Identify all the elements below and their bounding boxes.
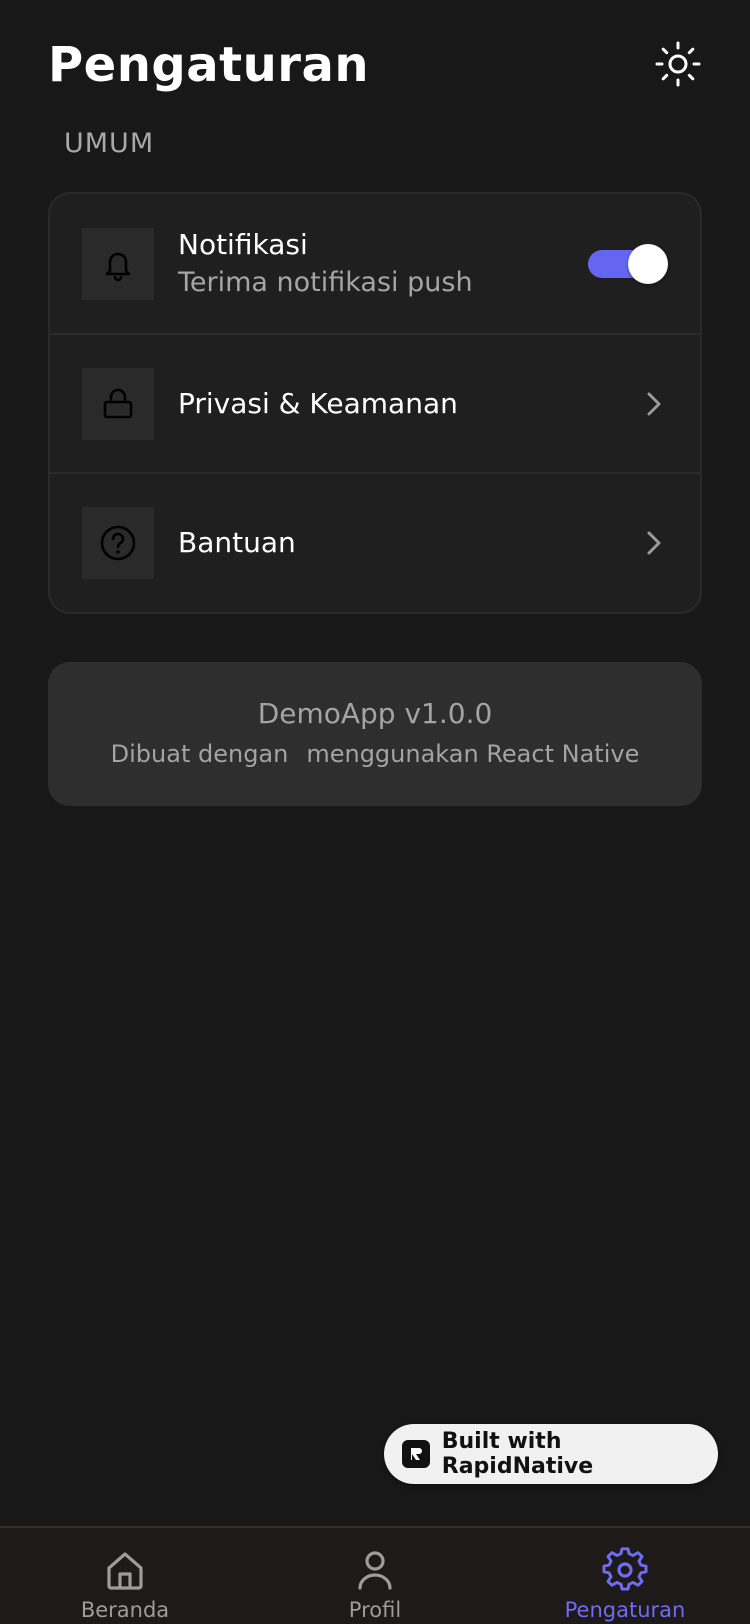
- header: Pengaturan: [48, 30, 702, 100]
- help-circle-icon: [100, 525, 136, 560]
- built-with-text: Dibuat dengan menggunakan React Native: [48, 736, 702, 772]
- app-version: DemoApp v1.0.0: [257, 697, 493, 730]
- help-title: Bantuan: [178, 525, 296, 559]
- privacy-text: Privasi & Keamanan: [178, 385, 640, 423]
- tab-pengaturan[interactable]: Pengaturan: [500, 1528, 750, 1624]
- page-title: Pengaturan: [48, 37, 370, 93]
- toggle-thumb: [628, 243, 668, 284]
- privacy-title: Privasi & Keamanan: [178, 386, 458, 420]
- tab-bar: Beranda Profil Pengaturan: [0, 1526, 750, 1624]
- badge-label: Built with RapidNative: [441, 1429, 594, 1479]
- section-label: UMUM: [64, 128, 155, 159]
- tab-beranda[interactable]: Beranda: [0, 1528, 250, 1624]
- gear-icon: [602, 1547, 648, 1591]
- chevron-right-icon: [640, 529, 668, 557]
- notifications-text: Notifikasi Terima notifikasi push: [178, 226, 588, 302]
- bell-icon: [105, 252, 131, 281]
- tab-label: Profil: [348, 1598, 402, 1622]
- built-suffix: menggunakan React Native: [306, 740, 640, 768]
- help-row[interactable]: Bantuan: [50, 472, 700, 611]
- user-icon: [358, 1551, 392, 1590]
- help-icon-box: [82, 506, 154, 579]
- notifications-title: Notifikasi: [178, 227, 308, 261]
- tab-label: Beranda: [80, 1598, 170, 1622]
- built-prefix: Dibuat dengan: [110, 740, 289, 768]
- sun-icon: [655, 41, 701, 87]
- about-card: DemoApp v1.0.0 Dibuat dengan menggunakan …: [48, 662, 702, 806]
- notifications-row[interactable]: Notifikasi Terima notifikasi push: [50, 194, 700, 333]
- settings-screen: Pengaturan UMUM Notifikasi Terima notifi…: [0, 0, 750, 1624]
- help-text: Bantuan: [178, 524, 640, 562]
- tab-profil[interactable]: Profil: [250, 1528, 500, 1624]
- chevron-right-icon: [640, 390, 668, 418]
- privacy-row[interactable]: Privasi & Keamanan: [50, 333, 700, 472]
- rapidnative-logo-icon: [402, 1440, 430, 1468]
- notifications-toggle[interactable]: [588, 243, 668, 284]
- theme-toggle-button[interactable]: [654, 40, 702, 88]
- notifications-subtitle: Terima notifikasi push: [178, 266, 473, 298]
- built-with-badge[interactable]: Built with RapidNative: [384, 1424, 718, 1484]
- home-icon: [107, 1552, 143, 1590]
- tab-label: Pengaturan: [564, 1598, 686, 1622]
- notifications-icon-box: [82, 227, 154, 300]
- privacy-icon-box: [82, 367, 154, 440]
- lock-icon: [103, 388, 133, 418]
- settings-card: Notifikasi Terima notifikasi push Privas…: [48, 192, 702, 614]
